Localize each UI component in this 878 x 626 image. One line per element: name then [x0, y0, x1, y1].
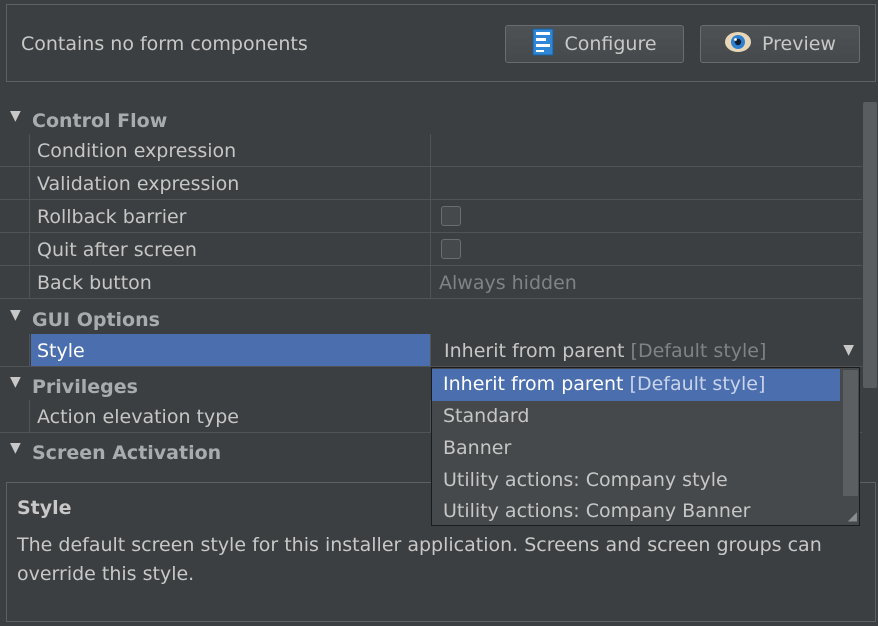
option-label: Inherit from parent [443, 373, 624, 395]
help-title: Style [17, 497, 72, 519]
triangle-down-icon: ▼ [10, 374, 21, 390]
configure-button[interactable]: Configure [505, 25, 684, 63]
style-value: Inherit from parent [444, 340, 625, 362]
property-name: Back button [31, 266, 431, 298]
category-control-flow[interactable]: ▼ Control Flow [0, 104, 862, 137]
category-label: Control Flow [32, 110, 168, 132]
option-label: Utility actions: Company style [443, 469, 728, 491]
rollback-barrier-checkbox[interactable] [441, 206, 461, 226]
dropdown-option[interactable]: Utility actions: Company style [432, 465, 840, 497]
preview-button[interactable]: Preview [700, 25, 860, 63]
category-label: GUI Options [32, 309, 160, 331]
property-name: Style [31, 334, 431, 366]
dropdown-option[interactable]: Inherit from parent [Default style] [432, 369, 840, 401]
style-combobox[interactable]: Inherit from parent [Default style] ▼ [432, 334, 862, 366]
property-value[interactable] [432, 134, 862, 166]
property-name: Validation expression [31, 167, 431, 199]
property-row-back-button[interactable]: Back button Always hidden [0, 266, 862, 299]
triangle-down-icon: ▼ [10, 440, 21, 456]
category-label: Screen Activation [32, 442, 222, 464]
option-label: Standard [443, 405, 530, 427]
back-button-value[interactable]: Always hidden [432, 266, 862, 298]
property-value[interactable] [432, 167, 862, 199]
option-label: Banner [443, 437, 512, 459]
row-gutter [0, 167, 30, 199]
row-gutter [0, 400, 30, 432]
row-gutter [0, 200, 30, 232]
triangle-down-icon: ▼ [10, 108, 21, 124]
dropdown-option[interactable]: Standard [432, 401, 840, 433]
property-row-rollback-barrier[interactable]: Rollback barrier [0, 200, 862, 233]
option-label: Utility actions: Company Banner [443, 500, 751, 522]
eye-icon [724, 31, 752, 58]
property-name: Rollback barrier [31, 200, 431, 232]
row-gutter [0, 233, 30, 265]
property-row-quit-after-screen[interactable]: Quit after screen [0, 233, 862, 266]
configure-label: Configure [564, 33, 657, 55]
form-toolbar: Contains no form components Configure Pr… [6, 4, 876, 82]
help-description: The default screen style for this instal… [17, 534, 822, 585]
property-row-validation-expression[interactable]: Validation expression [0, 167, 862, 200]
quit-after-screen-checkbox[interactable] [441, 239, 461, 259]
property-row-style[interactable]: Style Inherit from parent [Default style… [0, 334, 862, 367]
row-gutter [0, 134, 30, 166]
style-value-hint: [Default style] [630, 340, 767, 362]
category-gui-options[interactable]: ▼ GUI Options [0, 303, 862, 336]
triangle-down-icon: ▼ [10, 307, 21, 323]
property-name: Action elevation type [31, 400, 431, 432]
chevron-down-icon[interactable]: ▼ [843, 342, 854, 358]
row-gutter [0, 266, 30, 298]
category-label: Privileges [32, 376, 138, 398]
property-name: Condition expression [31, 134, 431, 166]
dropdown-option[interactable]: Banner [432, 433, 840, 465]
property-name: Quit after screen [31, 233, 431, 265]
property-row-condition-expression[interactable]: Condition expression [0, 134, 862, 167]
form-configure-icon [532, 28, 554, 61]
dropdown-scrollbar[interactable] [843, 370, 858, 496]
form-components-message: Contains no form components [21, 33, 308, 55]
preview-label: Preview [762, 33, 836, 55]
row-gutter [0, 334, 30, 366]
table-scrollbar-thumb[interactable] [863, 102, 877, 388]
option-hint: [Default style] [629, 373, 766, 395]
style-dropdown-list: Inherit from parent [Default style] Stan… [431, 367, 860, 526]
resize-grip-icon[interactable]: ◢ [848, 509, 857, 523]
dropdown-option[interactable]: Utility actions: Company Banner [432, 496, 840, 528]
